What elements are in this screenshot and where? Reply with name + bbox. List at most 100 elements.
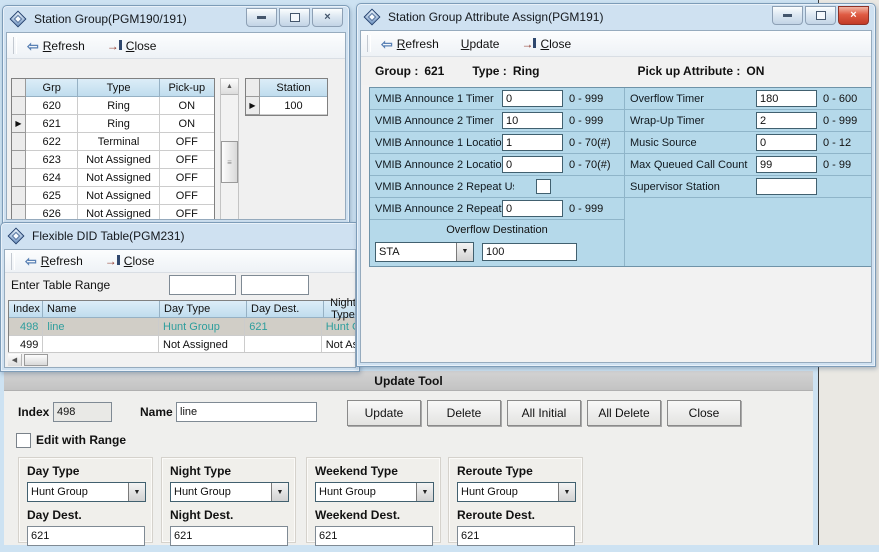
vmib-announce1-location-input[interactable]: 1 xyxy=(502,134,563,151)
did-titlebar[interactable]: Flexible DID Table(PGM231) xyxy=(1,223,359,249)
day-dest-input[interactable]: 621 xyxy=(27,526,145,546)
selected-row-marker-icon: ▶ xyxy=(249,101,255,110)
night-dest-input[interactable]: 621 xyxy=(170,526,288,546)
did-toolbar: ⇦ Refresh → Close xyxy=(5,250,355,273)
update-button[interactable]: Update xyxy=(347,400,421,426)
group-table: Grp Type Pick-up 620 Ring ON ▶ 621 Ring … xyxy=(11,78,215,220)
refresh-button[interactable]: ⇦ Refresh xyxy=(24,37,88,55)
supervisor-station-input[interactable] xyxy=(756,178,817,195)
update-menu-button[interactable]: Update xyxy=(458,35,503,53)
minimize-button[interactable] xyxy=(772,6,803,25)
col-header-day-dest[interactable]: Day Dest. xyxy=(247,301,324,318)
chevron-down-icon[interactable]: ▼ xyxy=(456,243,473,261)
music-source-input[interactable]: 0 xyxy=(756,134,817,151)
pickup-value: ON xyxy=(746,64,764,78)
form-row: VMIB Announce 2 Repeat Timer 0 0 - 999 xyxy=(370,198,624,220)
name-input[interactable]: line xyxy=(176,402,317,422)
overflow-destination-value-input[interactable]: 100 xyxy=(482,243,577,261)
group-table-scrollbar[interactable]: ▲ ≡ xyxy=(220,78,239,220)
day-type-select[interactable]: Hunt Group ▼ xyxy=(27,482,146,502)
range-from-input[interactable] xyxy=(169,275,236,295)
refresh-button[interactable]: ⇦ Refresh xyxy=(378,35,442,53)
col-header-grp[interactable]: Grp xyxy=(26,79,78,97)
group-table-header: Grp Type Pick-up xyxy=(12,79,214,97)
vmib-announce2-repeat-timer-input[interactable]: 0 xyxy=(502,200,563,217)
delete-button[interactable]: Delete xyxy=(427,400,501,426)
scroll-left-button[interactable]: ◀ xyxy=(8,354,22,366)
col-header-type[interactable]: Type xyxy=(78,79,159,97)
form-left-column: VMIB Announce 1 Timer 0 0 - 999 VMIB Ann… xyxy=(370,88,624,266)
table-row[interactable]: 626 Not Assigned OFF xyxy=(12,205,214,220)
name-label: Name xyxy=(140,405,173,419)
close-menu-button[interactable]: → Close xyxy=(102,252,158,270)
window-icon xyxy=(364,9,381,26)
toolbar-handle[interactable] xyxy=(367,35,371,52)
reroute-type-select[interactable]: Hunt Group ▼ xyxy=(457,482,576,502)
restore-button[interactable] xyxy=(279,8,310,27)
restore-icon xyxy=(816,11,826,20)
table-row[interactable]: 624 Not Assigned OFF xyxy=(12,169,214,187)
table-range-row: Enter Table Range xyxy=(5,273,355,296)
table-row-selected[interactable]: ▶ 100 xyxy=(246,97,327,115)
table-row[interactable]: 623 Not Assigned OFF xyxy=(12,151,214,169)
col-header-pickup[interactable]: Pick-up xyxy=(160,79,214,97)
col-header-day-type[interactable]: Day Type xyxy=(160,301,247,318)
pickup-label: Pick up Attribute : xyxy=(637,64,740,78)
form-row: VMIB Announce 1 Timer 0 0 - 999 xyxy=(370,88,624,110)
edit-with-range-checkbox[interactable] xyxy=(16,433,31,448)
did-row-selected[interactable]: 498 line Hunt Group 621 Hunt Group xyxy=(9,318,356,336)
vmib-announce2-timer-input[interactable]: 10 xyxy=(502,112,563,129)
scroll-thumb[interactable] xyxy=(24,354,48,366)
table-row[interactable]: 622 Terminal OFF xyxy=(12,133,214,151)
scroll-thumb[interactable]: ≡ xyxy=(221,141,238,183)
overflow-timer-input[interactable]: 180 xyxy=(756,90,817,107)
table-row[interactable]: 620 Ring ON xyxy=(12,97,214,115)
table-row-selected[interactable]: ▶ 621 Ring ON xyxy=(12,115,214,133)
window-title: Station Group(PGM190/191) xyxy=(34,12,187,26)
all-initial-button[interactable]: All Initial xyxy=(507,400,581,426)
range-to-input[interactable] xyxy=(241,275,309,295)
window-icon xyxy=(10,11,27,28)
col-header-name[interactable]: Name xyxy=(43,301,160,318)
minimize-button[interactable] xyxy=(246,8,277,27)
index-input[interactable]: 498 xyxy=(53,402,112,422)
toolbar-handle[interactable] xyxy=(13,37,17,54)
station-table: Station ▶ 100 xyxy=(245,78,328,116)
max-queued-call-count-input[interactable]: 99 xyxy=(756,156,817,173)
vmib-announce1-timer-input[interactable]: 0 xyxy=(502,90,563,107)
index-label: Index xyxy=(18,405,49,419)
scroll-up-button[interactable]: ▲ xyxy=(221,79,238,95)
close-button[interactable]: × xyxy=(838,6,869,25)
close-button[interactable]: × xyxy=(312,8,343,27)
chevron-down-icon[interactable]: ▼ xyxy=(271,483,288,501)
weekend-type-select[interactable]: Hunt Group ▼ xyxy=(315,482,434,502)
attribute-titlebar[interactable]: Station Group Attribute Assign(PGM191) × xyxy=(357,4,875,30)
table-row[interactable]: 625 Not Assigned OFF xyxy=(12,187,214,205)
close-menu-button[interactable]: → Close xyxy=(104,37,160,55)
vmib-announce2-location-input[interactable]: 0 xyxy=(502,156,563,173)
update-tool-title: Update Tool xyxy=(4,371,813,391)
restore-button[interactable] xyxy=(805,6,836,25)
chevron-down-icon[interactable]: ▼ xyxy=(558,483,575,501)
vmib-announce2-repeat-use-checkbox[interactable] xyxy=(536,179,551,194)
refresh-button[interactable]: ⇦ Refresh xyxy=(22,252,86,270)
restore-icon xyxy=(290,13,300,22)
reroute-dest-input[interactable]: 621 xyxy=(457,526,575,546)
all-delete-button[interactable]: All Delete xyxy=(587,400,661,426)
exit-icon: → xyxy=(107,40,122,52)
chevron-down-icon[interactable]: ▼ xyxy=(128,483,145,501)
station-group-titlebar[interactable]: Station Group(PGM190/191) × xyxy=(3,6,349,32)
close-menu-button[interactable]: → Close xyxy=(518,35,574,53)
wrap-up-timer-input[interactable]: 2 xyxy=(756,112,817,129)
night-type-select[interactable]: Hunt Group ▼ xyxy=(170,482,289,502)
col-header-station[interactable]: Station xyxy=(260,79,327,97)
weekend-dest-input[interactable]: 621 xyxy=(315,526,433,546)
did-hscrollbar[interactable]: ◀ xyxy=(8,352,356,366)
overflow-destination-type-select[interactable]: STA ▼ xyxy=(375,242,474,262)
toolbar-handle[interactable] xyxy=(11,253,15,270)
col-header-index[interactable]: Index xyxy=(9,301,43,318)
col-header-night-type[interactable]: Night Type xyxy=(324,301,356,318)
chevron-down-icon[interactable]: ▼ xyxy=(416,483,433,501)
night-group: Night Type Hunt Group ▼ Night Dest. 621 xyxy=(161,457,296,543)
close-button[interactable]: Close xyxy=(667,400,741,426)
